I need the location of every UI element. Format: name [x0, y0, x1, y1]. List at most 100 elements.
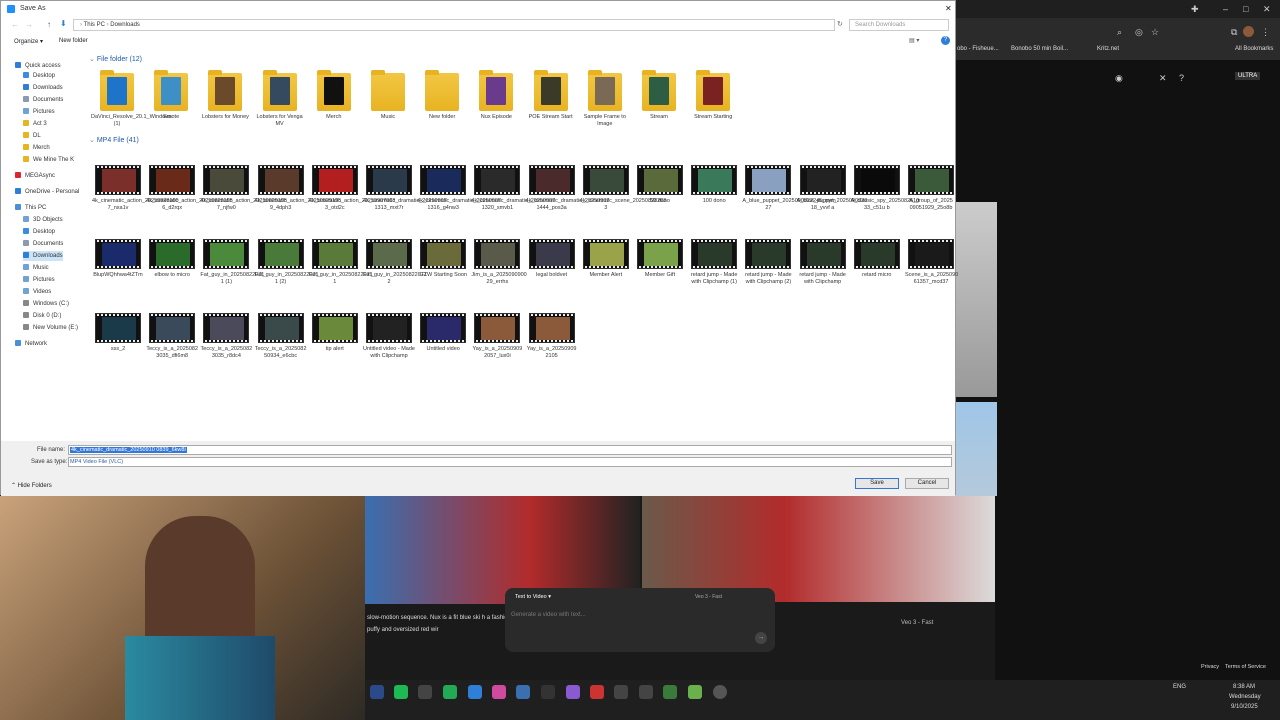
- folder-item[interactable]: Merch: [308, 70, 360, 121]
- breadcrumb-item[interactable]: This PC: [84, 22, 105, 28]
- video-file-item[interactable]: Untitled video - Made with Clipchamp: [363, 313, 415, 360]
- nav-item[interactable]: Merch: [23, 143, 50, 153]
- group-header[interactable]: ⌄ File folder (12): [89, 55, 142, 63]
- avatar[interactable]: [1243, 26, 1254, 37]
- folder-item[interactable]: DaVinci_Resolve_20.1_Windows (1): [91, 70, 172, 128]
- nav-item[interactable]: Documents: [23, 95, 63, 105]
- app-icon[interactable]: [639, 685, 653, 699]
- maximize-icon[interactable]: □: [1243, 4, 1248, 14]
- nav-item[interactable]: Network: [15, 339, 47, 349]
- app-icon[interactable]: [566, 685, 580, 699]
- app-icon[interactable]: [713, 685, 727, 699]
- nav-item[interactable]: Downloads: [23, 251, 63, 261]
- close-icon[interactable]: ✕: [1263, 4, 1271, 14]
- save-button[interactable]: Save: [855, 478, 899, 489]
- refresh-icon[interactable]: ↻: [837, 20, 843, 28]
- video-file-item[interactable]: 4k_cinematic_dramatic_20250907 1320_smvb…: [471, 165, 555, 212]
- language-indicator[interactable]: ENG: [1173, 684, 1186, 690]
- app-icon[interactable]: [492, 685, 506, 699]
- group-header[interactable]: ⌄ MP4 File (41): [89, 136, 139, 144]
- folder-item[interactable]: Sample Frame to Image: [579, 70, 631, 128]
- nav-item[interactable]: Music: [23, 263, 49, 273]
- search-input[interactable]: Search Downloads: [849, 19, 949, 31]
- app-icon[interactable]: [468, 685, 482, 699]
- video-file-item[interactable]: Yay_is_a_20250909 2057_lux0i: [471, 313, 523, 360]
- video-file-item[interactable]: 4k_cinematic_action_20250829195 9_4dph3: [255, 165, 341, 212]
- video-file-item[interactable]: A_classic_spy_2025082510 33_c51u b: [851, 165, 919, 212]
- nav-item[interactable]: Pictures: [23, 275, 55, 285]
- breadcrumb-item[interactable]: Downloads: [110, 22, 140, 28]
- folder-item[interactable]: Music: [362, 70, 414, 121]
- video-file-item[interactable]: Fat_guy_in_20250822071 1: [309, 239, 373, 286]
- nav-item[interactable]: Act 3: [23, 119, 47, 129]
- video-file-item[interactable]: sss_2: [92, 313, 144, 353]
- terms-link[interactable]: Terms of Service: [1225, 664, 1266, 670]
- steam-icon[interactable]: [370, 685, 384, 699]
- menu-icon[interactable]: ⋮: [1261, 27, 1270, 37]
- app-icon[interactable]: [418, 685, 432, 699]
- video-file-item[interactable]: Fat_guy_in_20250822071 1 (1): [200, 239, 264, 286]
- spotify-icon[interactable]: [394, 685, 408, 699]
- discord-icon[interactable]: ◉: [1115, 73, 1123, 83]
- nav-item[interactable]: Videos: [23, 287, 51, 297]
- folder-item[interactable]: Nux Episode: [470, 70, 522, 121]
- mode-dropdown[interactable]: Text to Video ▾: [515, 594, 551, 600]
- minimize-icon[interactable]: –: [1223, 4, 1228, 14]
- folder-item[interactable]: Lobsters for Venga MV: [254, 70, 306, 128]
- star-icon[interactable]: ☆: [1151, 27, 1159, 37]
- video-file-item[interactable]: 4k_cinematic_action_20250907003 3_otd2c: [309, 165, 395, 212]
- model-select[interactable]: Veo 3 - Fast: [695, 594, 722, 600]
- folder-item[interactable]: Lobsters for Money: [199, 70, 251, 121]
- help-icon[interactable]: ?: [1179, 73, 1184, 83]
- bookmark-item[interactable]: Bonobo 50 min Boil...: [1011, 46, 1068, 52]
- video-file-item[interactable]: retard jump - Made with Clipchamp: [797, 239, 849, 286]
- video-file-item[interactable]: A_blue_puppet_2025090022245_nym 27: [742, 165, 836, 212]
- video-file-item[interactable]: tip alert: [309, 313, 361, 353]
- nav-item[interactable]: New Volume (E:): [23, 323, 78, 333]
- x-icon[interactable]: ✕: [1159, 73, 1167, 83]
- nav-item[interactable]: Desktop: [23, 227, 55, 237]
- video-file-item[interactable]: A_group_of_2025 09051929_25o8b: [905, 165, 957, 212]
- nav-item[interactable]: Windows (C:): [23, 299, 69, 309]
- forward-icon[interactable]: →: [25, 20, 33, 29]
- bookmark-item[interactable]: Kritz.net: [1097, 46, 1119, 52]
- folder-item[interactable]: New folder: [416, 70, 468, 121]
- video-file-item[interactable]: 4k_cinematic_scene_20250828203 3: [580, 165, 666, 212]
- nav-item[interactable]: Disk 0 (D:): [23, 311, 61, 321]
- nav-item[interactable]: Quick access: [15, 61, 61, 71]
- app-icon[interactable]: [443, 685, 457, 699]
- bookmark-item[interactable]: obo - Fisheue...: [957, 46, 999, 52]
- video-file-item[interactable]: Member Alert: [580, 239, 632, 279]
- video-file-item[interactable]: Teccy_is_a_2025082 50934_e6cbc: [255, 313, 307, 360]
- nav-item[interactable]: MEGAsync: [15, 171, 55, 181]
- view-icon[interactable]: ▤ ▾: [909, 37, 919, 44]
- video-file-item[interactable]: 100 dono: [688, 165, 740, 205]
- video-file-item[interactable]: BlupWQhhwa4tZTm: [92, 239, 144, 279]
- file-name-input[interactable]: 4k_cinematic_dramatic_20250910 0839_6kw8…: [68, 445, 952, 455]
- video-file-item[interactable]: A_blue_puppet_2025090920 18_yvvf a: [797, 165, 867, 212]
- video-file-item[interactable]: retard micro: [851, 239, 903, 279]
- video-file-item[interactable]: Fat_guy_in_20250822071 2: [363, 239, 427, 286]
- app-icon[interactable]: [590, 685, 604, 699]
- video-file-item[interactable]: Yay_is_a_20250909 2105: [526, 313, 578, 360]
- app-icon[interactable]: [516, 685, 530, 699]
- video-file-item[interactable]: legal boldvet: [526, 239, 578, 279]
- video-file-item[interactable]: 50 dono: [634, 165, 686, 205]
- nav-item[interactable]: 3D Objects: [23, 215, 63, 225]
- folder-item[interactable]: POE Stream Start: [525, 70, 577, 121]
- folder-item[interactable]: Stream: [633, 70, 685, 121]
- video-file-item[interactable]: 4k_cinematic_dramatic_20250907 1444_pos3…: [526, 165, 609, 212]
- video-file-item[interactable]: 4k_cinematic_action_20250829195 7_njfw0: [200, 165, 287, 212]
- video-thumbnail[interactable]: [642, 496, 997, 602]
- nav-item[interactable]: We Mine The K: [23, 155, 74, 165]
- nav-item[interactable]: Downloads: [23, 83, 63, 93]
- search-icon[interactable]: ⌕: [1117, 27, 1122, 37]
- video-file-item[interactable]: retard jump - Made with Clipchamp (1): [688, 239, 740, 286]
- video-file-item[interactable]: 4k_cinematic_action_20250828100 7_nxa1v: [92, 165, 179, 212]
- save-type-select[interactable]: MP4 Video File (VLC): [68, 457, 952, 467]
- video-file-item[interactable]: retard jump - Made with Clipchamp (2): [742, 239, 794, 286]
- clock-time[interactable]: 8:38 AM: [1233, 684, 1255, 690]
- nav-item[interactable]: Documents: [23, 239, 63, 249]
- app-icon[interactable]: [663, 685, 677, 699]
- video-file-item[interactable]: Untitled video: [417, 313, 469, 353]
